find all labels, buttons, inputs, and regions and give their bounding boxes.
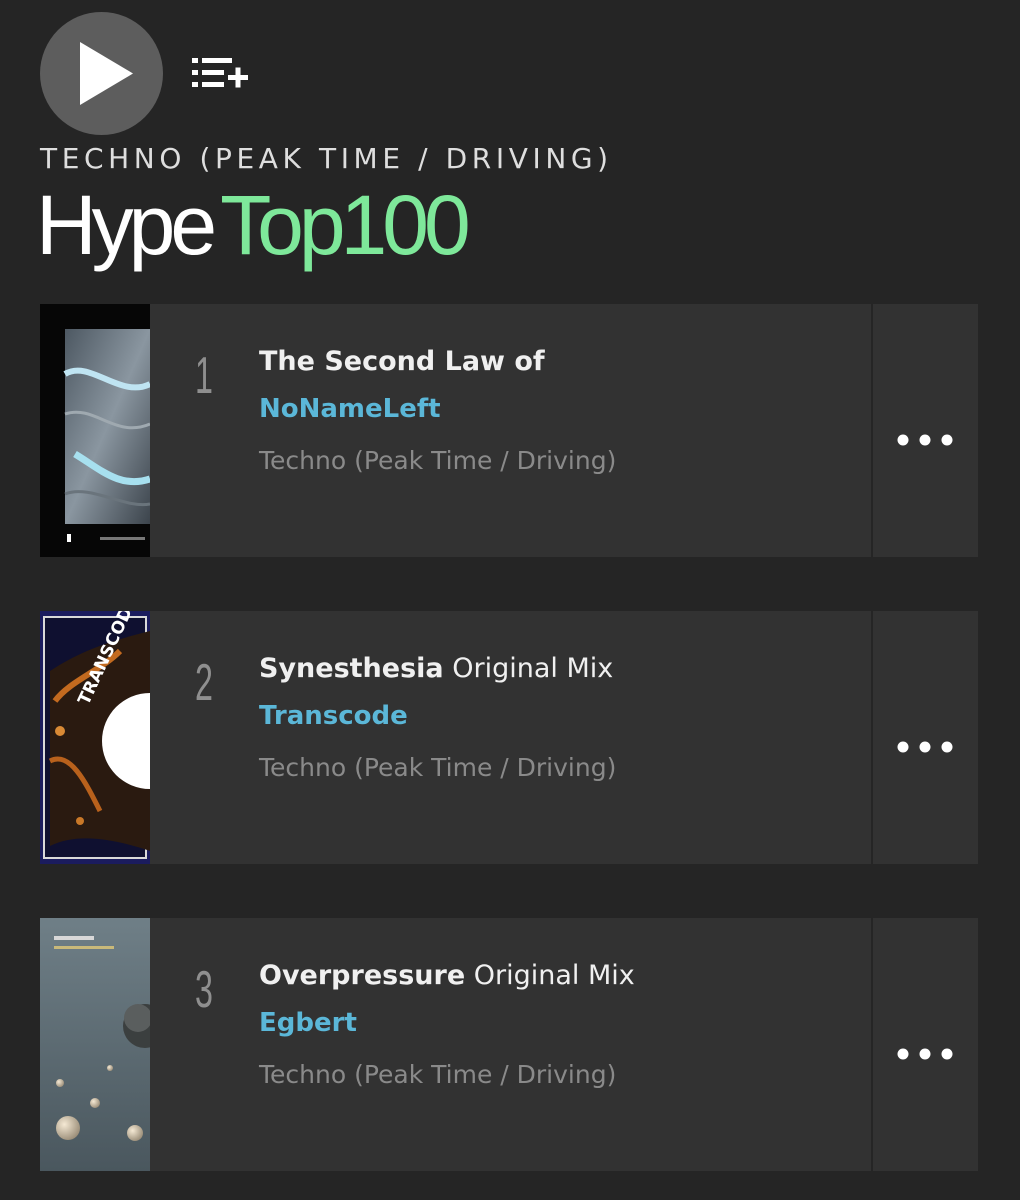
track-info: 1 The Second Law of NoNameLeft Techno (P… (150, 304, 871, 557)
more-options-button[interactable] (873, 918, 978, 1171)
play-button[interactable] (40, 12, 163, 135)
track-row[interactable]: 1 The Second Law of NoNameLeft Techno (P… (40, 304, 978, 557)
title-hype: Hype (36, 178, 217, 272)
track-info: 2 Synesthesia Original Mix Transcode Tec… (150, 611, 871, 864)
track-info: 3 Overpressure Original Mix Egbert Techn… (150, 918, 871, 1171)
more-options-icon (897, 1048, 953, 1060)
more-options-icon (897, 434, 953, 446)
chart-genre-label: TECHNO (PEAK TIME / DRIVING) (40, 142, 613, 175)
track-title[interactable]: The Second Law of (259, 346, 545, 377)
add-to-queue-button[interactable] (190, 55, 254, 95)
track-title[interactable]: Overpressure (259, 960, 465, 991)
track-artist-link[interactable]: NoNameLeft (259, 394, 441, 424)
more-options-icon (897, 741, 953, 753)
track-title-line[interactable]: The Second Law of (259, 346, 545, 377)
track-rank: 1 (195, 347, 213, 405)
track-row[interactable]: 3 Overpressure Original Mix Egbert Techn… (40, 918, 978, 1171)
track-genre-link[interactable]: Techno (Peak Time / Driving) (259, 446, 616, 475)
add-to-queue-icon (192, 58, 248, 88)
page-title: HypeTop100 (36, 183, 471, 267)
album-art[interactable]: TRANSCODE (40, 611, 150, 864)
more-options-button[interactable] (873, 304, 978, 557)
track-rank: 3 (195, 961, 213, 1019)
track-artist-link[interactable]: Transcode (259, 701, 408, 731)
more-options-button[interactable] (873, 611, 978, 864)
album-art[interactable] (40, 304, 150, 557)
title-top100: Top100 (220, 178, 471, 272)
track-mix-name: Original Mix (473, 960, 635, 991)
track-mix-name: Original Mix (452, 653, 614, 684)
track-title-line[interactable]: Synesthesia Original Mix (259, 653, 613, 684)
track-title[interactable]: Synesthesia (259, 653, 444, 684)
track-genre-link[interactable]: Techno (Peak Time / Driving) (259, 753, 616, 782)
track-rank: 2 (195, 654, 213, 712)
track-genre-link[interactable]: Techno (Peak Time / Driving) (259, 1060, 616, 1089)
album-art[interactable] (40, 918, 150, 1171)
play-icon (80, 42, 133, 105)
track-artist-link[interactable]: Egbert (259, 1008, 357, 1038)
track-row[interactable]: TRANSCODE 2 Synesthesia Original Mix Tra… (40, 611, 978, 864)
track-title-line[interactable]: Overpressure Original Mix (259, 960, 635, 991)
